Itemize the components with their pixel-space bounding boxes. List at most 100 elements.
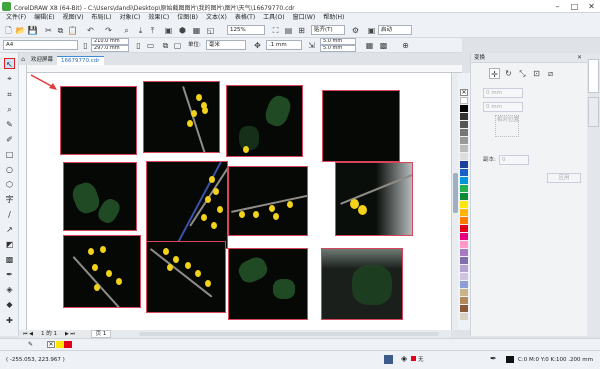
photo-tile[interactable]: [226, 85, 303, 157]
position-x-field[interactable]: 0 mm: [483, 88, 523, 98]
color-swatch[interactable]: [460, 281, 468, 288]
color-swatch[interactable]: [460, 217, 468, 224]
docker-close-icon[interactable]: ✕: [574, 53, 585, 63]
side-tab-transform[interactable]: [588, 59, 599, 93]
menu-view[interactable]: 视图(V): [59, 13, 88, 23]
outline-tool-icon[interactable]: ✚: [4, 315, 15, 326]
app-launcher-icon[interactable]: ▦: [191, 25, 202, 36]
new-icon[interactable]: 🗋: [3, 25, 14, 36]
import-icon[interactable]: ⤓: [135, 25, 146, 36]
zoom-tool-icon[interactable]: ⌕: [4, 104, 15, 115]
size-icon[interactable]: ⊡: [531, 68, 542, 79]
line-tool-icon[interactable]: ∕: [4, 209, 15, 220]
launch-icon[interactable]: ▣: [366, 25, 377, 36]
color-swatch[interactable]: [460, 129, 468, 136]
color-swatch[interactable]: [460, 137, 468, 144]
color-swatch[interactable]: [460, 241, 468, 248]
ellipse-tool-icon[interactable]: ○: [4, 164, 15, 175]
fill-tool-icon[interactable]: ◆: [4, 299, 15, 310]
color-swatch[interactable]: [460, 105, 468, 112]
menu-bitmaps[interactable]: 位图(B): [173, 13, 202, 23]
photo-tile[interactable]: [60, 86, 137, 155]
menu-window[interactable]: 窗口(W): [289, 13, 320, 23]
options-icon[interactable]: ◱: [205, 25, 216, 36]
menu-layout[interactable]: 布局(L): [87, 13, 115, 23]
color-swatch[interactable]: [460, 201, 468, 208]
photo-tile[interactable]: [146, 241, 226, 313]
landscape-icon[interactable]: ▭: [145, 40, 156, 51]
export-icon[interactable]: ⤒: [147, 25, 158, 36]
pick-tool-icon[interactable]: ↖: [4, 58, 15, 69]
menu-file[interactable]: 文件(F): [2, 13, 30, 23]
close-button[interactable]: ✕: [583, 0, 600, 13]
menu-text[interactable]: 文本(X): [202, 13, 231, 23]
pdf-icon[interactable]: ▣: [163, 25, 174, 36]
photo-tile[interactable]: [63, 162, 137, 231]
vertical-scrollbar[interactable]: [451, 73, 458, 330]
rectangle-tool-icon[interactable]: □: [4, 149, 15, 160]
color-swatch[interactable]: [460, 193, 468, 200]
photo-tile[interactable]: [335, 162, 413, 236]
page-layout-icon[interactable]: ▦: [364, 40, 375, 51]
color-swatch[interactable]: [460, 257, 468, 264]
duplicate-x-field[interactable]: 5.0 mm: [320, 38, 356, 45]
color-swatch[interactable]: [460, 145, 468, 152]
page-width-field[interactable]: 210.0 mm: [91, 38, 129, 45]
photo-tile[interactable]: [143, 81, 220, 153]
position-icon[interactable]: ✛: [489, 68, 500, 79]
horizontal-ruler[interactable]: [27, 65, 462, 73]
color-swatch[interactable]: [460, 265, 468, 272]
photo-tile[interactable]: [146, 161, 228, 249]
photo-tile[interactable]: [322, 90, 400, 162]
color-swatch[interactable]: [460, 113, 468, 120]
transparency-icon[interactable]: ▩: [4, 254, 15, 265]
color-swatch[interactable]: [460, 233, 468, 240]
settings-gear-icon[interactable]: ⚙: [350, 25, 361, 36]
color-swatch[interactable]: [460, 273, 468, 280]
no-color-swatch[interactable]: ✕: [47, 341, 55, 348]
color-swatch[interactable]: [56, 341, 64, 348]
color-swatch[interactable]: [460, 169, 468, 176]
menu-tools[interactable]: 工具(O): [259, 13, 288, 23]
polygon-tool-icon[interactable]: ⬡: [4, 179, 15, 190]
nudge-distance-field[interactable]: .1 mm: [266, 40, 302, 50]
copies-field[interactable]: 0: [499, 155, 529, 165]
color-swatch[interactable]: [460, 225, 468, 232]
paper-size-select[interactable]: A4: [3, 40, 78, 50]
search-content-icon[interactable]: ⌕: [121, 25, 132, 36]
scale-icon[interactable]: ⤡: [517, 68, 528, 79]
cut-icon[interactable]: ✂: [43, 25, 54, 36]
relative-position-checkbox[interactable]: 相对位置: [497, 115, 519, 125]
drawing-canvas[interactable]: [27, 73, 458, 330]
open-icon[interactable]: 📂: [15, 25, 26, 36]
color-swatch[interactable]: [460, 161, 468, 168]
side-tab-hints[interactable]: [588, 97, 599, 127]
crop-tool-icon[interactable]: ⌗: [4, 89, 15, 100]
home-icon[interactable]: ⌂: [19, 55, 27, 64]
menu-table[interactable]: 表格(T): [231, 13, 259, 23]
rotate-icon[interactable]: ↻: [503, 68, 514, 79]
photo-tile[interactable]: [321, 248, 403, 320]
color-swatch[interactable]: [460, 249, 468, 256]
apply-button[interactable]: 应用: [547, 173, 581, 183]
undo-icon[interactable]: ↶: [85, 25, 96, 36]
full-screen-icon[interactable]: ⛶: [270, 25, 281, 36]
color-swatch[interactable]: [460, 177, 468, 184]
menu-help[interactable]: 帮助(H): [319, 13, 348, 23]
tab-welcome[interactable]: 欢迎屏幕: [27, 56, 58, 65]
add-icon[interactable]: ⊕: [400, 40, 411, 51]
launch-dropdown[interactable]: 启动: [378, 25, 412, 35]
all-pages-icon[interactable]: ⧉: [160, 40, 171, 51]
color-proof-icon[interactable]: [384, 355, 393, 364]
no-color-swatch[interactable]: ✕: [460, 89, 468, 96]
grid-icon[interactable]: ▤: [283, 25, 294, 36]
tab-document[interactable]: 16679770.cdr: [57, 56, 104, 65]
unit-select[interactable]: 毫米: [206, 40, 246, 50]
color-swatch[interactable]: [460, 185, 468, 192]
artistic-media-icon[interactable]: ✐: [4, 134, 15, 145]
redo-icon[interactable]: ↷: [103, 25, 114, 36]
skew-icon[interactable]: ⧄: [545, 68, 556, 79]
maximize-button[interactable]: □: [566, 0, 583, 13]
minimize-button[interactable]: –: [549, 0, 566, 13]
interactive-fill-icon[interactable]: ◈: [4, 284, 15, 295]
